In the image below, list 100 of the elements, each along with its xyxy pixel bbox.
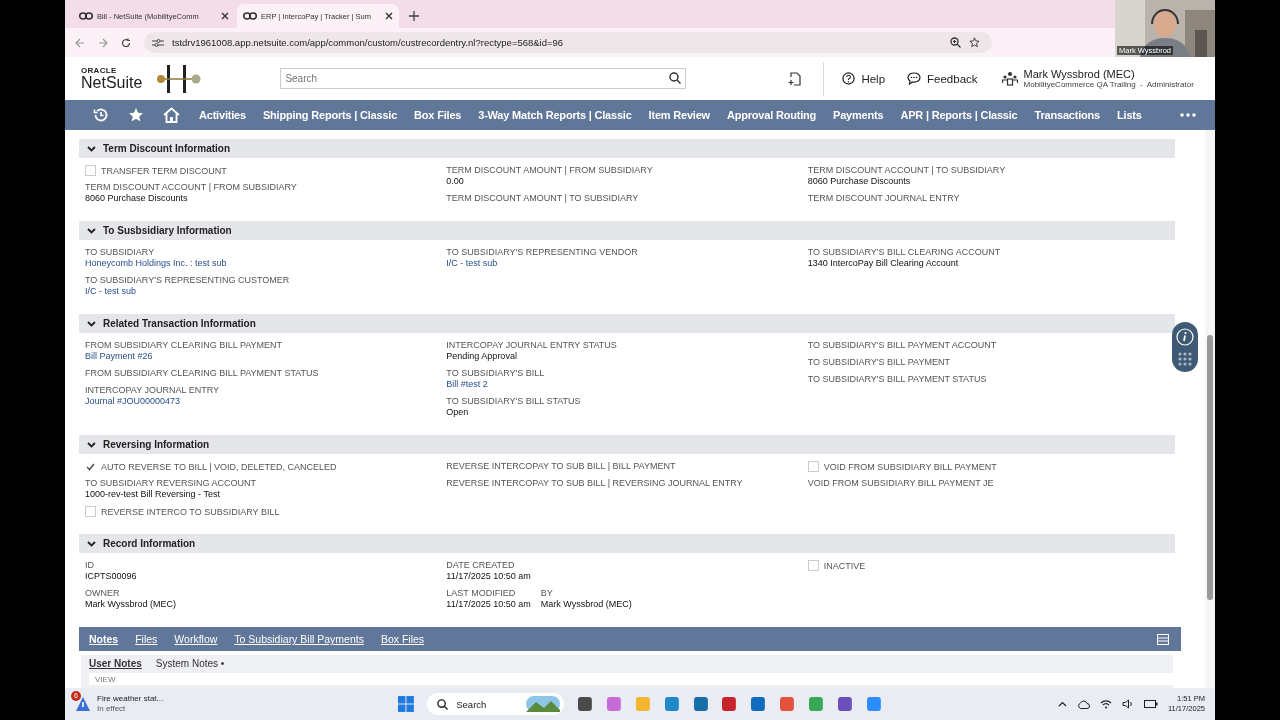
field-label: TO SUBSIDIARY'S BILL PAYMENT ACCOUNT	[807, 340, 998, 351]
start-icon[interactable]	[398, 696, 415, 712]
field-label: TERM DISCOUNT ACCOUNT | TO SUBSIDIARY	[807, 165, 1007, 176]
recent-records-icon[interactable]	[93, 107, 109, 123]
field-link[interactable]: Bill Payment #26	[85, 351, 447, 362]
nav-menu-item[interactable]: Approval Routing	[727, 109, 817, 121]
nav-menu-item[interactable]: Shipping Reports | Classic	[262, 109, 398, 121]
weather-status: In effect	[97, 704, 127, 714]
subtab[interactable]: Workflow	[174, 633, 218, 645]
list-view-icon[interactable]	[1157, 633, 1169, 645]
field-value: Open	[446, 407, 470, 418]
field-value: 11/17/2025 10:50 am	[446, 571, 532, 582]
section-header[interactable]: To Susbsidiary Information	[79, 221, 1175, 240]
user-name[interactable]: Mark Wyssbrod (MEC)	[1023, 68, 1194, 80]
field-label: TO SUBSIDIARY'S BILL PAYMENT	[807, 357, 951, 368]
grid-icon[interactable]	[1178, 352, 1192, 366]
weather-alert-icon	[75, 696, 91, 712]
feedback-button[interactable]: Feedback	[903, 72, 982, 85]
search-icon	[437, 698, 449, 710]
nav-menu-item[interactable]: Box Files	[414, 109, 462, 121]
field-label: INTERCOPAY JOURNAL ENTRY	[85, 385, 221, 396]
subtab[interactable]: Files	[135, 633, 158, 645]
taskbar-search[interactable]: Search	[427, 693, 565, 715]
subtab[interactable]: Box Files	[380, 633, 425, 645]
field-link[interactable]: Bill #test 2	[446, 379, 808, 390]
site-settings-icon[interactable]	[152, 37, 164, 48]
home-icon[interactable]	[163, 107, 180, 123]
more-icon[interactable]	[1179, 113, 1196, 117]
field-label: ID	[85, 560, 95, 571]
netsuite-tab-icon	[79, 11, 93, 21]
close-icon[interactable]	[385, 12, 393, 20]
account-role: MobilityeCommerce QA Trailing - Administrator	[1023, 80, 1194, 89]
field-label: TO SUBSIDIARY'S BILL CLEARING ACCOUNT	[807, 247, 1002, 258]
logo-text: ORACLE	[81, 66, 118, 75]
wifi-icon[interactable]	[1100, 699, 1112, 709]
field-link[interactable]: I/C - test sub	[85, 286, 447, 297]
search-field[interactable]: Search	[280, 68, 687, 89]
field-label: REVERSE INTERCOPAY TO SUB BILL | BILL PAYMENT	[446, 461, 677, 472]
info-icon[interactable]	[1176, 328, 1194, 346]
field-link[interactable]: I/C - test sub	[446, 258, 808, 269]
field-label: FROM SUBSIDIARY CLEARING BILL PAYMENT	[85, 340, 284, 351]
nav-menu-item[interactable]: APR | Reports | Classic	[900, 109, 1018, 121]
column-header[interactable]: VIEW	[95, 675, 116, 684]
field-label: FROM SUBSIDIARY CLEARING BILL PAYMENT STATUS	[85, 368, 320, 379]
zoom-icon[interactable]	[950, 37, 961, 48]
field-link[interactable]: Journal #JOU00000473	[85, 396, 447, 407]
field-value: 1340 IntercoPay Bill Clearing Account	[807, 258, 960, 269]
subtab[interactable]: To Subsidiary Bill Payments	[234, 633, 364, 645]
field-value: 1000-rev-test Bill Reversing - Test	[85, 489, 221, 500]
nav-menu-item[interactable]: Payments	[833, 109, 884, 121]
back-icon[interactable]	[75, 37, 85, 48]
caret-icon[interactable]	[1058, 701, 1067, 707]
field-link[interactable]: Honeycomb Holdings Inc. : test sub	[85, 258, 447, 269]
app-icon[interactable]	[692, 696, 709, 712]
weather-title[interactable]: Fire weather stat...	[97, 694, 164, 704]
close-icon[interactable]	[221, 12, 229, 20]
netsuite-tab-icon	[243, 11, 257, 21]
nav-menu-item[interactable]: Transactions	[1034, 109, 1100, 121]
field-label: BY	[540, 588, 554, 599]
app-icon[interactable]	[836, 696, 853, 712]
section-header[interactable]: Reversing Information	[79, 435, 1175, 454]
checkbox-label: TRANSFER TERM DISCOUNT	[101, 165, 227, 176]
battery-icon[interactable]	[1144, 700, 1158, 708]
search-icon[interactable]	[669, 72, 682, 84]
address-field[interactable]: tstdrv1961008.app.netsuite.com/app/common/custom/custrecordentry.nl?rectype=568&id=96	[144, 32, 992, 53]
field-value: ICPTS00096	[85, 571, 138, 582]
section-header[interactable]: Record Information	[79, 534, 1175, 553]
app-icon[interactable]	[750, 696, 767, 712]
field-label: TO SUBSIDIARY'S BILL STATUS	[446, 396, 582, 407]
notes-tab[interactable]: System Notes •	[155, 658, 225, 669]
nav-menu-item[interactable]: Activities	[199, 109, 246, 121]
field-label: TERM DISCOUNT AMOUNT | FROM SUBSIDIARY	[446, 165, 654, 176]
section-header[interactable]: Related Transaction Information	[79, 314, 1175, 333]
field-label: TO SUBSIDIARY REVERSING ACCOUNT	[85, 478, 258, 489]
app-icon[interactable]	[721, 696, 738, 712]
field-label: TO SUBSIDIARY'S REPRESENTING CUSTOMER	[85, 275, 291, 286]
help-button[interactable]: Help	[838, 72, 890, 85]
landscape-icon	[526, 696, 561, 712]
field-label: TERM DISCOUNT JOURNAL ENTRY	[807, 193, 961, 204]
field-value: 8060 Purchase Discounts	[807, 176, 912, 187]
scrollbar[interactable]	[1205, 130, 1215, 688]
nav-menu-item[interactable]: Lists	[1117, 109, 1142, 121]
new-tab-icon[interactable]	[409, 11, 419, 21]
star-icon[interactable]	[969, 37, 980, 48]
checkbox-label: AUTO REVERSE TO BILL | VOID, DELETED, CANCELED	[101, 461, 337, 472]
cloud-icon[interactable]	[1077, 699, 1090, 709]
reload-icon[interactable]	[121, 37, 131, 48]
nav-menu-item[interactable]: Item Review	[648, 109, 710, 121]
app-icon[interactable]	[663, 696, 680, 712]
checkbox-label: VOID FROM SUBSIDIARY BILL PAYMENT	[823, 461, 997, 472]
app-icon[interactable]	[779, 696, 796, 712]
forward-icon[interactable]	[98, 37, 108, 48]
star-icon[interactable]	[128, 107, 144, 123]
subtab[interactable]: Notes	[89, 633, 119, 645]
section-header[interactable]: Term Discount Information	[79, 139, 1175, 158]
new-record-icon[interactable]	[788, 71, 802, 86]
notes-tab[interactable]: User Notes	[89, 658, 142, 669]
speaker-icon[interactable]	[1122, 699, 1134, 709]
app-icon[interactable]	[577, 696, 593, 712]
nav-menu-item[interactable]: 3-Way Match Reports | Classic	[478, 109, 632, 121]
